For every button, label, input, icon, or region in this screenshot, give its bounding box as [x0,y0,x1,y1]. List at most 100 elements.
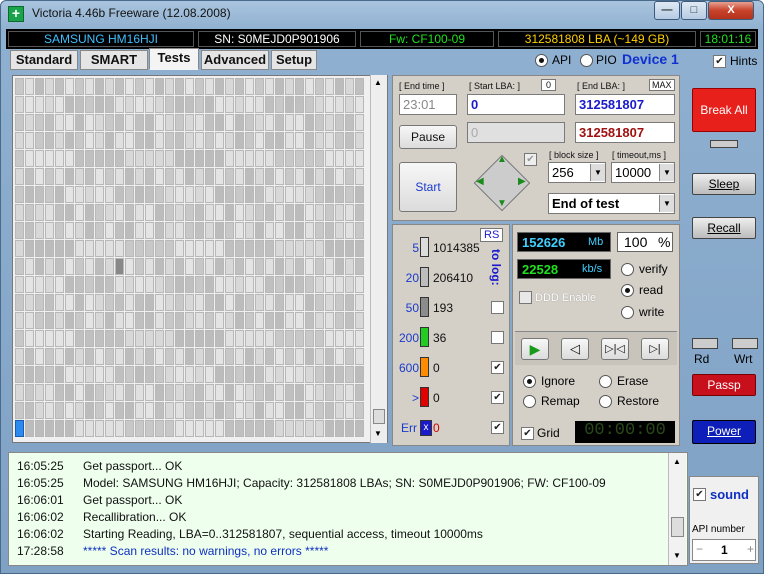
scan-block [255,258,264,275]
end-time-input[interactable]: 23:01 [399,94,457,115]
tab-smart[interactable]: SMART [80,50,148,70]
start-lba-input[interactable]: 0 [467,94,565,115]
ignore-radio[interactable] [523,375,536,388]
minimize-button[interactable]: — [654,1,680,20]
scan-block [325,384,334,401]
erase-label: Erase [617,374,649,388]
log-checkbox[interactable] [491,331,504,344]
scan-block [285,384,294,401]
device-label[interactable]: Device 1 [622,51,679,67]
scan-block [315,78,324,95]
arrow-right-icon[interactable]: ▶ [518,176,526,187]
scan-block [205,402,214,419]
scroll-down-icon[interactable]: ▼ [374,429,382,438]
scan-block [335,222,344,239]
play-icon[interactable]: ▶ [521,338,549,360]
passp-button[interactable]: Passp [692,374,756,396]
remap-radio[interactable] [523,395,536,408]
erase-radio[interactable] [599,375,612,388]
scan-block [305,258,314,275]
log-checkbox[interactable]: ✔ [491,361,504,374]
scan-block [345,366,354,383]
api-number-value[interactable]: 1 [721,543,728,557]
scroll-up-icon[interactable]: ▲ [673,457,681,466]
arrow-down-icon[interactable]: ▼ [497,198,507,209]
pad-checkbox[interactable]: ✔ [524,153,537,166]
scan-block [355,222,364,239]
tab-standard[interactable]: Standard [10,50,78,70]
plus-icon[interactable]: + [747,542,754,556]
log-checkbox[interactable]: ✔ [491,391,504,404]
arrow-left-icon[interactable]: ◀ [476,176,484,187]
scan-block [225,348,234,365]
hints-checkbox[interactable]: ✔ [713,55,726,68]
sound-checkbox[interactable]: ✔ [693,488,706,501]
scroll-up-icon[interactable]: ▲ [374,78,382,87]
read-radio[interactable] [621,284,634,297]
end-lba-input[interactable]: 312581807 [575,94,675,115]
maximize-button[interactable]: □ [681,1,707,20]
start-lba-badge[interactable]: 0 [541,79,557,91]
scan-block [335,348,344,365]
restore-radio[interactable] [599,395,612,408]
minus-icon[interactable]: − [696,542,703,556]
scan-block [265,348,274,365]
scan-block [105,258,114,275]
log-scrollbar[interactable]: ▲ ▼ [668,453,686,565]
verify-radio[interactable] [621,263,634,276]
scan-block [45,78,54,95]
ddd-enable-checkbox[interactable] [519,291,532,304]
end-icon[interactable]: ▷| [641,338,669,360]
chevron-down-icon[interactable]: ▼ [659,195,674,212]
scan-block [75,240,84,257]
tab-advanced[interactable]: Advanced [201,50,269,70]
grid-checkbox[interactable]: ✔ [521,427,534,440]
power-button[interactable]: Power [692,420,756,444]
scan-block [155,78,164,95]
scan-block [125,240,134,257]
close-button[interactable]: X [708,1,754,20]
start-button[interactable]: Start [399,162,457,212]
sleep-button[interactable]: Sleep [692,173,756,195]
chevron-down-icon[interactable]: ▼ [590,164,605,181]
scroll-thumb[interactable] [373,409,385,424]
scan-block [245,366,254,383]
break-all-button[interactable]: Break All [692,88,756,132]
scan-block [325,294,334,311]
scan-block [205,276,214,293]
scan-block [25,168,34,185]
scan-block [265,78,274,95]
write-radio[interactable] [621,306,634,319]
pio-radio[interactable] [580,54,593,67]
tab-setup[interactable]: Setup [271,50,317,70]
rs-button[interactable]: RS [480,228,504,242]
skip-icon[interactable]: ▷|◁ [601,338,629,360]
end-action-select[interactable]: End of test [548,193,675,214]
recall-button[interactable]: Recall [692,217,756,239]
scan-block [255,384,264,401]
chevron-down-icon[interactable]: ▼ [659,164,674,181]
scroll-down-icon[interactable]: ▼ [673,551,681,560]
scan-block [255,276,264,293]
rewind-icon[interactable]: ◁ [561,338,589,360]
tab-tests[interactable]: Tests [149,48,199,70]
grid-scrollbar[interactable]: ▲ ▼ [370,75,387,443]
arrow-up-icon[interactable]: ▲ [497,154,507,165]
scan-block [165,420,174,437]
scan-block [285,420,294,437]
api-number-stepper[interactable]: − 1 + [692,539,756,561]
log-scroll-thumb[interactable] [671,517,684,537]
title-bar[interactable]: + Victoria 4.46b Freeware (12.08.2008) —… [0,0,764,28]
end-lba-max-badge[interactable]: MAX [649,79,675,91]
scan-block [205,366,214,383]
event-log[interactable]: 16:05:25 Get passport... OK 16:05:25 Model:… [8,452,688,566]
scan-block [145,420,154,437]
log-checkbox[interactable] [491,301,504,314]
scan-block [265,168,274,185]
log-checkbox[interactable]: ✔ [491,421,504,434]
scan-block [315,276,324,293]
pause-button[interactable]: Pause [399,125,457,149]
scan-block [275,114,284,131]
api-radio[interactable] [535,54,548,67]
scan-block [355,168,364,185]
